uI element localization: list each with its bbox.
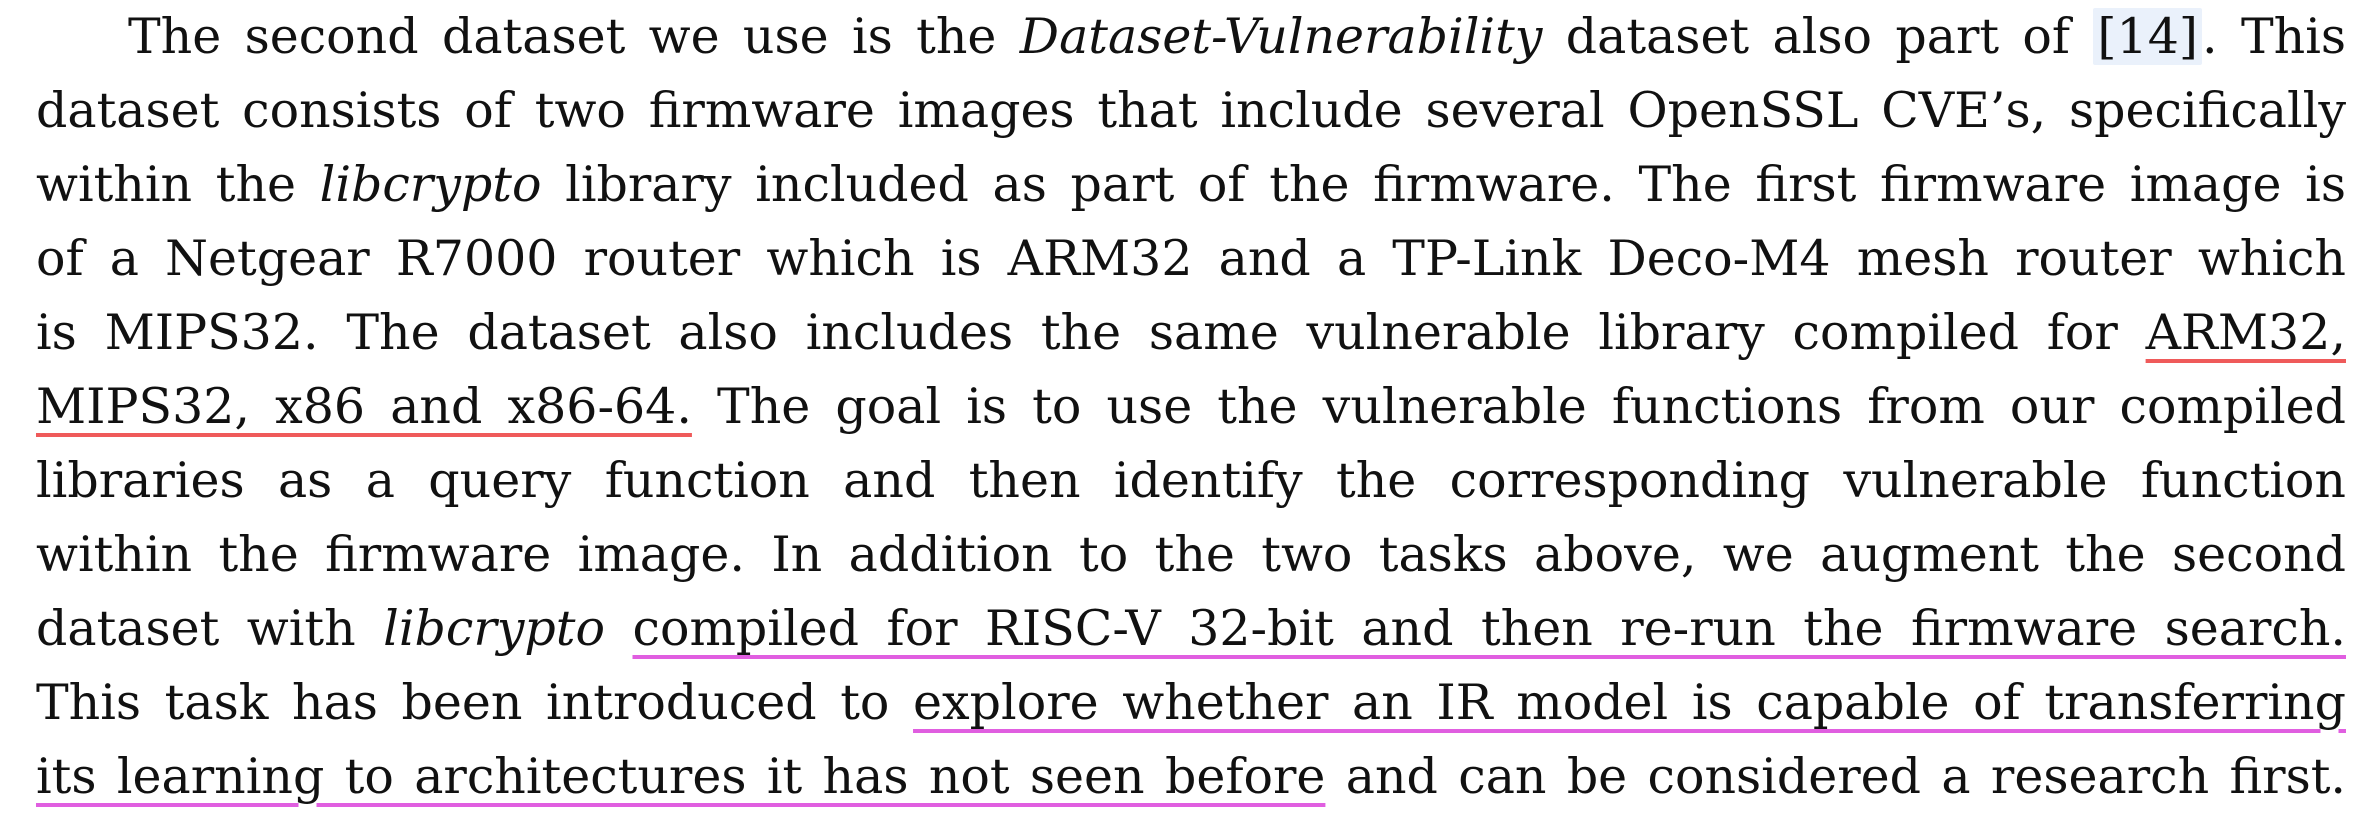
text-span xyxy=(605,600,633,657)
text-line-9: dataset with libcrypto compiled for RISC… xyxy=(36,592,2346,666)
text-line-1: The second dataset we use is the Dataset… xyxy=(36,0,2346,74)
text-line-7: libraries as a query function and then i… xyxy=(36,452,2346,509)
library-name: libcrypto xyxy=(319,156,542,213)
text-span: . This xyxy=(2202,8,2347,65)
text-line-2: dataset consists of two firmware images … xyxy=(36,82,2346,139)
text-span: is MIPS32. The dataset also includes the… xyxy=(36,304,2146,361)
dataset-name: Dataset-Vulnerability xyxy=(1019,8,1543,65)
highlight-pink: its learning to architectures it has not… xyxy=(36,748,1326,805)
text-line-11: its learning to architectures it has not… xyxy=(36,740,2346,814)
text-line-4: of a Netgear R7000 router which is ARM32… xyxy=(36,230,2346,287)
citation-link[interactable]: [14] xyxy=(2093,8,2203,65)
text-line-10: This task has been introduced to explore… xyxy=(36,666,2346,740)
text-line-6: MIPS32, x86 and x86-64. The goal is to u… xyxy=(36,370,2346,444)
highlight-red: MIPS32, x86 and x86-64. xyxy=(36,378,692,435)
text-span: This task has been introduced to xyxy=(36,674,914,731)
highlight-pink: explore whether an IR model is capable o… xyxy=(913,674,2346,731)
text-span: within the xyxy=(36,156,320,213)
text-line-5: is MIPS32. The dataset also includes the… xyxy=(36,296,2346,370)
text-span: library included as part of the firmware… xyxy=(541,156,2346,213)
text-line-8: within the firmware image. In addition t… xyxy=(36,526,2346,583)
highlight-red: ARM32, xyxy=(2145,304,2346,361)
text-span: dataset with xyxy=(36,600,384,657)
highlight-pink: compiled for RISC-V 32-bit and then re-r… xyxy=(632,600,2347,657)
text-span: The second dataset we use is the xyxy=(128,8,1020,65)
text-span: and can be considered a research first. xyxy=(1325,748,2346,805)
text-span: dataset also part of xyxy=(1542,8,2094,65)
text-line-3: within the libcrypto library included as… xyxy=(36,148,2346,222)
text-span: The goal is to use the vulnerable functi… xyxy=(691,378,2346,435)
library-name: libcrypto xyxy=(383,600,605,657)
